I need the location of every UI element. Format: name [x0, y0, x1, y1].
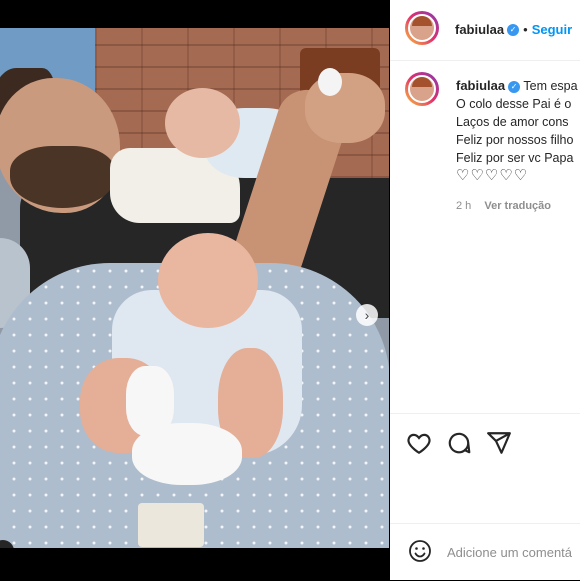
like-heart-icon[interactable] [406, 430, 432, 456]
photo-sleeping-baby-head [158, 233, 258, 328]
caption-text: Tem espa [523, 79, 578, 93]
instagram-post-modal: › ● fabiulaa✓•Seguir fabiulaa✓ Tem espa … [0, 0, 580, 580]
verified-badge-icon: ✓ [507, 23, 520, 36]
post-header: fabiulaa ✓ • Seguir [390, 0, 580, 61]
comment-bubble-icon[interactable] [446, 430, 472, 456]
photo-baby-head [165, 88, 240, 158]
caption-username[interactable]: fabiulaa [456, 78, 505, 93]
comment-bar [390, 523, 580, 581]
header-user-row: fabiulaa ✓ • Seguir [455, 21, 572, 39]
caption-line-4: Feliz por nossos filho [456, 133, 574, 147]
header-username[interactable]: fabiulaa [455, 22, 504, 37]
photo-baby-sock [132, 423, 242, 485]
emoji-picker-icon[interactable] [408, 539, 432, 563]
avatar-hair [412, 16, 432, 26]
caption-line-3: Laços de amor cons [456, 115, 569, 129]
avatar-hair [412, 77, 432, 87]
photo-toy [318, 68, 342, 96]
caption-hearts: ♡♡♡♡♡ [456, 167, 529, 184]
action-bar [390, 413, 580, 469]
caption-avatar[interactable] [405, 72, 439, 106]
caption-line-2: O colo desse Pai é o [456, 97, 572, 111]
caption-line-1: fabiulaa ✓ Tem espa [456, 77, 580, 95]
photo-pillow-label [138, 503, 204, 547]
next-slide-button[interactable]: › [356, 304, 378, 326]
caption-line-5: Feliz por ser vc Papa [456, 151, 574, 165]
post-time: 2 h [456, 200, 472, 212]
separator-dot: • [523, 22, 528, 37]
photo-father-beard [10, 146, 115, 208]
verified-badge-icon: ✓ [508, 80, 521, 93]
caption-meta: 2 h Ver tradução [456, 200, 551, 212]
see-translation-link[interactable]: Ver tradução [484, 200, 551, 212]
post-photo[interactable]: › ● [0, 28, 389, 548]
comment-input[interactable] [447, 542, 580, 562]
post-caption: fabiulaa ✓ Tem espa O colo desse Pai é o … [456, 77, 580, 185]
share-send-icon[interactable] [486, 430, 512, 456]
avatar[interactable] [405, 11, 439, 45]
follow-button[interactable]: Seguir [532, 22, 572, 37]
photo-father-hand [305, 73, 385, 143]
post-sidebar: fabiulaa ✓ • Seguir fabiulaa ✓ Tem espa O co… [390, 0, 580, 580]
